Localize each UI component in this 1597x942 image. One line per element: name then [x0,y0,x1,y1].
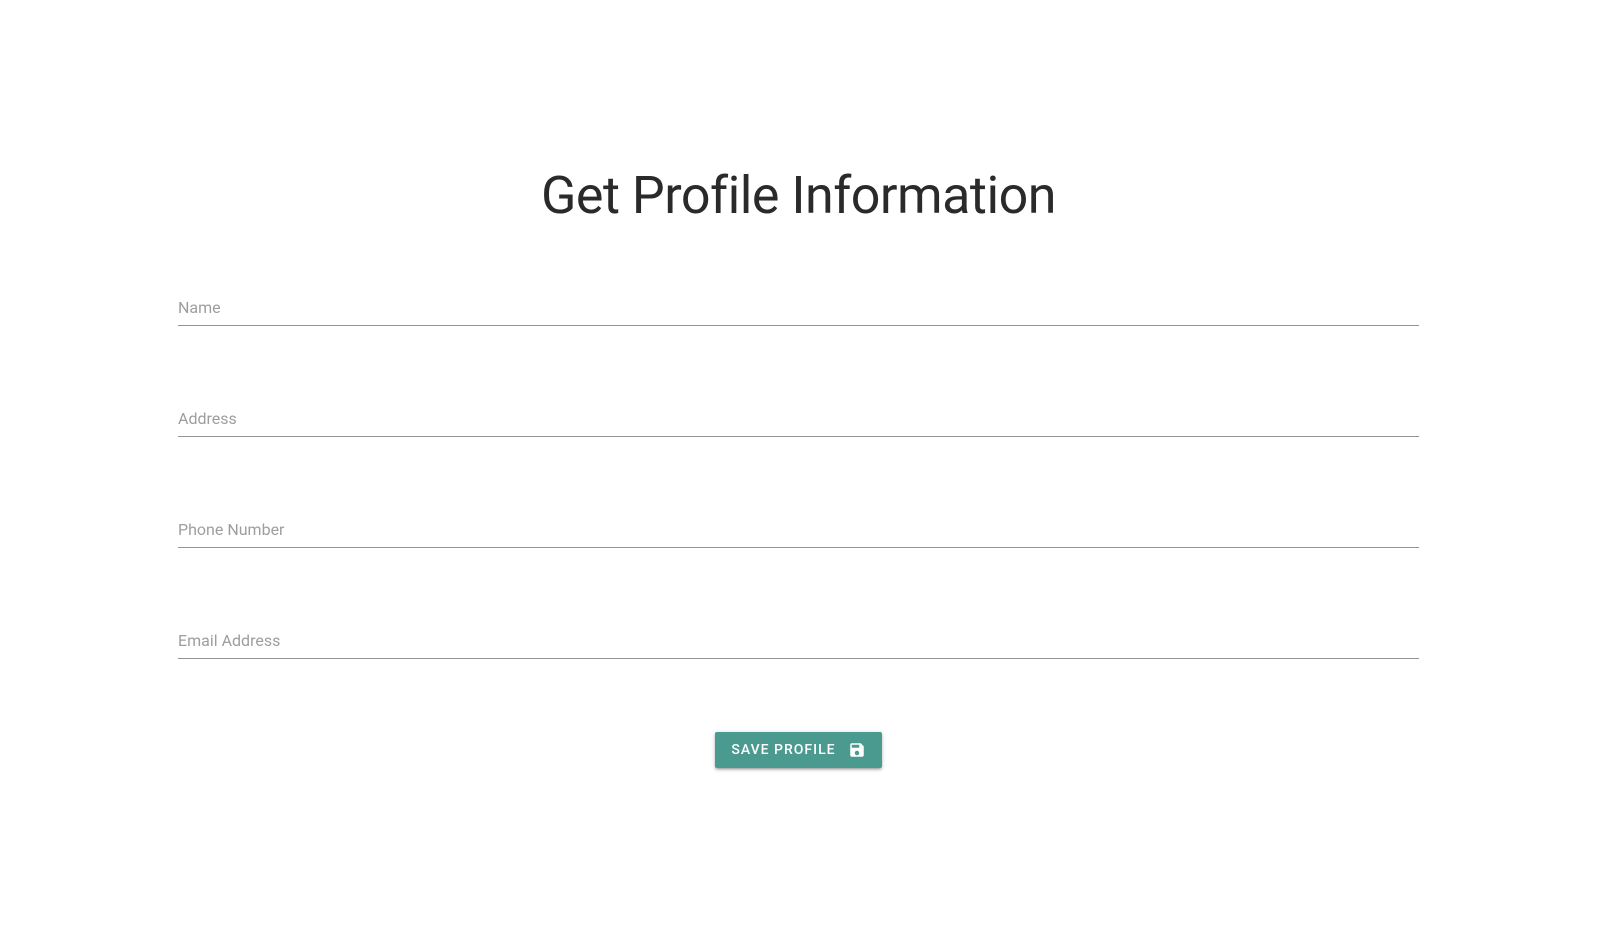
phone-input[interactable] [178,510,1419,548]
address-input[interactable] [178,399,1419,437]
address-field-wrapper [178,399,1419,437]
save-button-label: SAVE PROFILE [731,742,835,758]
name-input[interactable] [178,288,1419,326]
email-input[interactable] [178,621,1419,659]
save-profile-button[interactable]: SAVE PROFILE [715,732,881,768]
email-field-wrapper [178,621,1419,659]
name-field-wrapper [178,288,1419,326]
save-icon [848,741,866,759]
page-title: Get Profile Information [178,165,1419,226]
button-container: SAVE PROFILE [178,732,1419,768]
phone-field-wrapper [178,510,1419,548]
profile-form-container: Get Profile Information SAVE PROFILE [0,0,1597,768]
